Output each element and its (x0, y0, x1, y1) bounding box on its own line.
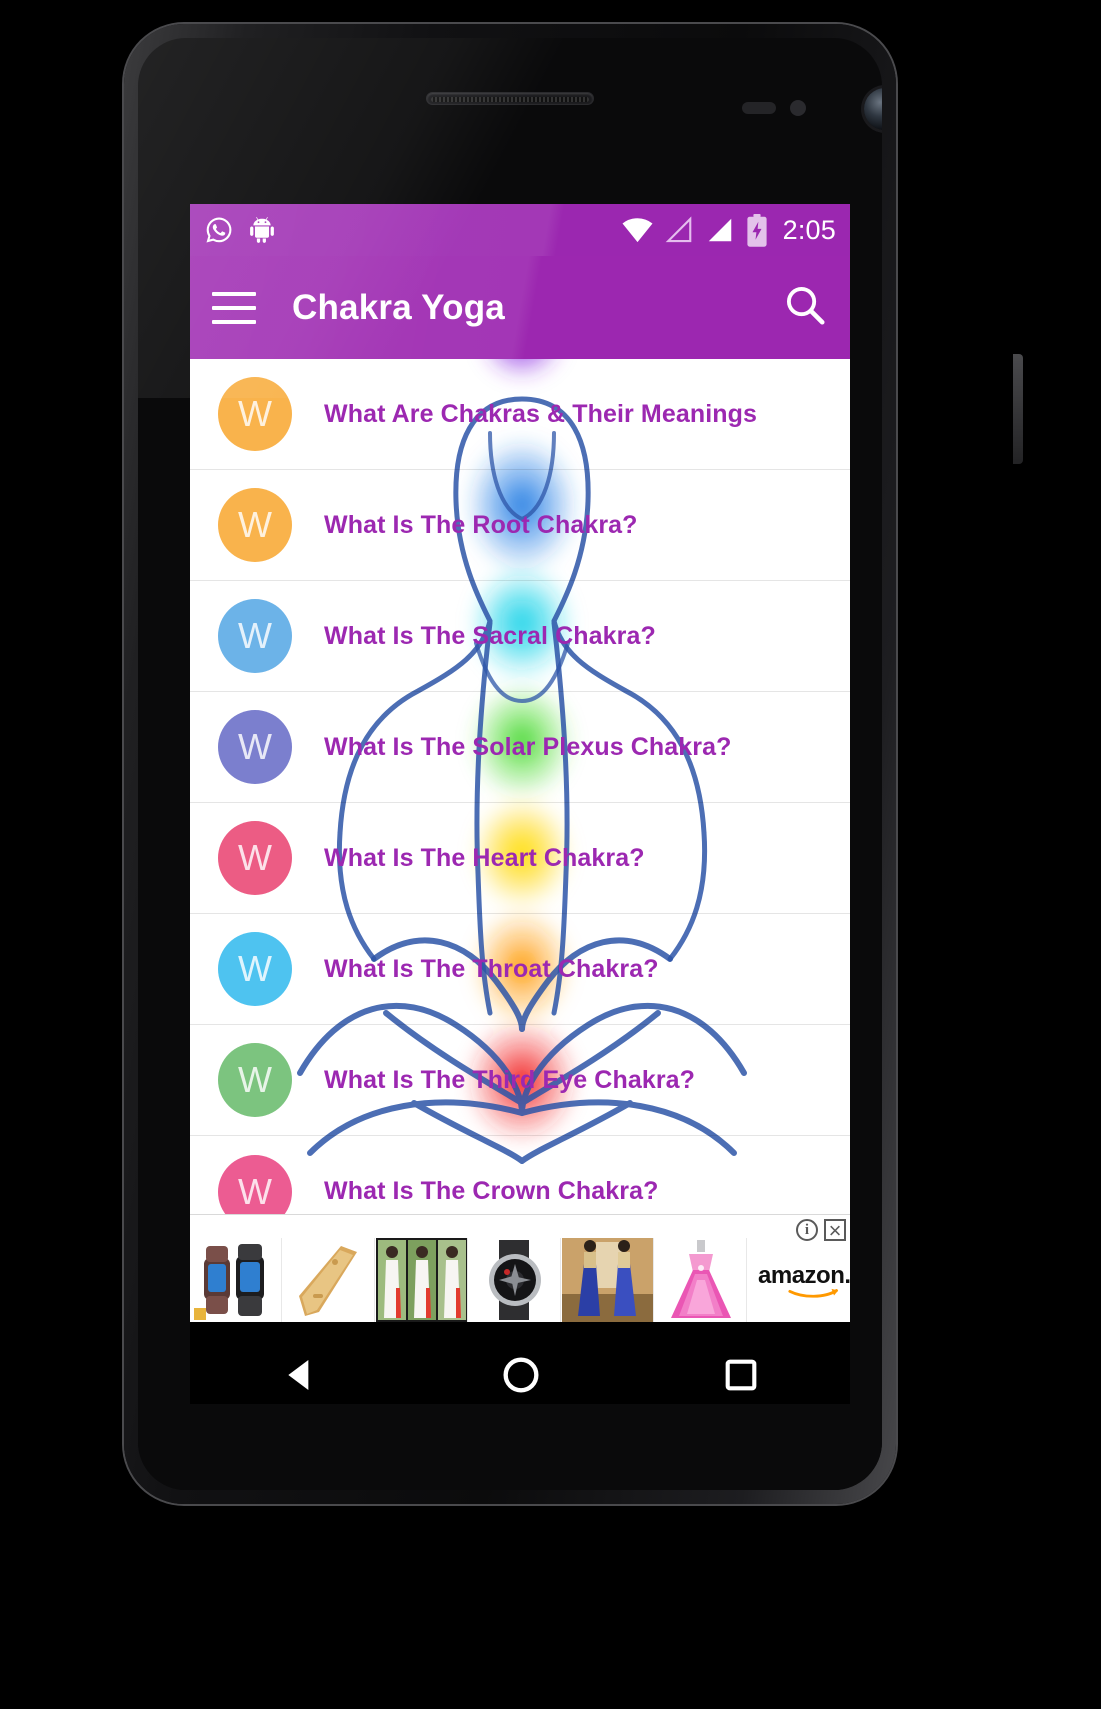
list-item[interactable]: W What Is The Sacral Chakra? (190, 581, 850, 692)
list-item[interactable]: W What Is The Throat Chakra? (190, 914, 850, 1025)
ad-thumb-lehenga[interactable] (562, 1238, 654, 1322)
chakra-topics-list: W What Are Chakras & Their Meanings W Wh… (190, 359, 850, 1214)
list-item-label: What Is The Root Chakra? (324, 510, 638, 539)
status-bar-system-icons: 2:05 (622, 213, 836, 247)
recents-button[interactable] (722, 1356, 760, 1399)
avatar: W (218, 599, 292, 673)
amazon-smile-icon (788, 1288, 839, 1298)
avatar-letter: W (238, 837, 272, 878)
light-sensor-icon (790, 100, 806, 116)
phone-front-panel: 2:05 Chakra Yoga W What Are Chakras & Th… (138, 38, 882, 1490)
list-item-label: What Is The Third Eye Chakra? (324, 1065, 696, 1094)
list-item-label: What Is The Sacral Chakra? (324, 621, 656, 650)
ad-advertiser-name: amazon.in (758, 1262, 850, 1289)
battery-charging-icon (747, 213, 767, 247)
avatar-letter: W (238, 1059, 272, 1100)
list-item[interactable]: W What Are Chakras & Their Meanings (190, 359, 850, 470)
ad-thumb-wristwatch[interactable] (469, 1238, 561, 1322)
list-item-label: What Is The Throat Chakra? (324, 954, 659, 983)
ad-close-icon[interactable]: × (824, 1219, 846, 1242)
phone-bottom-bezel (138, 1404, 882, 1490)
avatar-letter: W (238, 504, 272, 545)
status-bar-notifications (204, 215, 276, 245)
ad-thumb-smartwatch[interactable] (190, 1238, 282, 1322)
front-camera-icon (864, 88, 882, 130)
ad-thumb-phone-case[interactable] (283, 1238, 375, 1322)
content-area: W What Are Chakras & Their Meanings W Wh… (190, 359, 850, 1214)
phone-device: 2:05 Chakra Yoga W What Are Chakras & Th… (124, 24, 1023, 1504)
avatar: W (218, 821, 292, 895)
avatar-letter: W (238, 948, 272, 989)
list-item[interactable]: W What Is The Root Chakra? (190, 470, 850, 581)
ad-banner-controls: i × (796, 1219, 846, 1242)
avatar: W (218, 377, 292, 451)
list-item-label: What Is The Crown Chakra? (324, 1177, 659, 1205)
screenshot-root: 2:05 Chakra Yoga W What Are Chakras & Th… (0, 0, 1101, 1709)
ad-info-icon[interactable]: i (796, 1219, 818, 1241)
search-icon[interactable] (782, 282, 828, 333)
avatar-letter: W (238, 393, 272, 434)
ad-banner[interactable]: i × amazon. (190, 1214, 850, 1322)
proximity-sensor-icon (742, 102, 776, 114)
avatar: W (218, 488, 292, 562)
earpiece-speaker-icon (426, 92, 594, 105)
list-item-label: What Is The Heart Chakra? (324, 843, 645, 872)
signal-full-icon (708, 218, 731, 242)
avatar-letter: W (238, 615, 272, 656)
list-item[interactable]: W What Is The Solar Plexus Chakra? (190, 692, 850, 803)
avatar: W (218, 1154, 292, 1214)
home-button[interactable] (501, 1355, 541, 1400)
page-title: Chakra Yoga (292, 287, 505, 327)
avatar: W (218, 932, 292, 1006)
list-item[interactable]: W What Is The Crown Chakra? (190, 1136, 850, 1214)
ad-thumb-dress-collage[interactable] (376, 1238, 468, 1322)
status-bar: 2:05 (190, 204, 850, 256)
android-icon (250, 217, 274, 243)
list-item[interactable]: W What Is The Heart Chakra? (190, 803, 850, 914)
avatar-letter: W (238, 1170, 272, 1212)
signal-empty-icon (665, 216, 691, 243)
whatsapp-icon (206, 217, 232, 243)
list-item-label: What Are Chakras & Their Meanings (324, 399, 758, 428)
list-item[interactable]: W What Is The Third Eye Chakra? (190, 1025, 850, 1136)
list-item-label: What Is The Solar Plexus Chakra? (324, 732, 732, 761)
avatar: W (218, 710, 292, 784)
app-bar: Chakra Yoga (190, 256, 850, 359)
status-bar-clock: 2:05 (782, 214, 836, 245)
avatar-letter: W (238, 726, 272, 767)
phone-top-hardware (138, 38, 882, 198)
wifi-icon (622, 217, 653, 242)
phone-screen: 2:05 Chakra Yoga W What Are Chakras & Th… (190, 204, 850, 1322)
hamburger-menu-icon[interactable] (212, 291, 256, 324)
ad-thumb-gown[interactable] (655, 1238, 747, 1322)
avatar: W (218, 1043, 292, 1117)
power-button[interactable] (1013, 354, 1023, 464)
ad-thumbnails (190, 1215, 748, 1322)
back-button[interactable] (280, 1355, 320, 1400)
